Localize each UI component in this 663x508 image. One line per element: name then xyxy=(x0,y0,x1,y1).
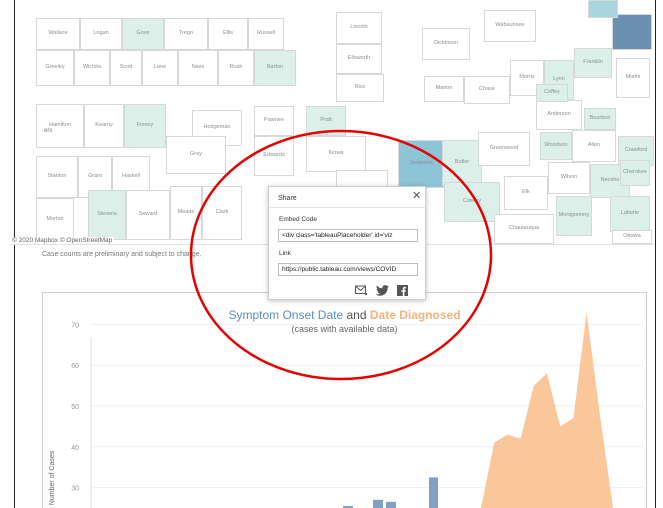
close-icon[interactable]: ✕ xyxy=(412,191,421,202)
county-wilson[interactable]: Wilson xyxy=(548,162,590,194)
y-tick-label: 40 xyxy=(71,445,79,452)
y-tick-label: 30 xyxy=(71,486,79,493)
county-rush[interactable]: Rush xyxy=(218,50,254,86)
county-scott[interactable]: Scott xyxy=(110,50,142,86)
county-franklin[interactable]: Franklin xyxy=(574,48,612,78)
onset-diagnosed-chart: 30 40 50 60 70 Number of Cases Symptom Onset … xyxy=(42,292,647,508)
share-dialog-title: Share xyxy=(278,195,297,202)
county-wallace[interactable]: Wallace xyxy=(36,18,80,50)
county-coffey[interactable]: Coffey xyxy=(536,84,568,102)
county-chase[interactable]: Chase xyxy=(464,76,510,104)
county-labette[interactable]: Labette xyxy=(610,196,650,232)
email-icon[interactable] xyxy=(355,283,368,296)
county-ottawa[interactable]: Ottawa xyxy=(612,230,652,244)
county-edwards[interactable]: Edwards xyxy=(254,136,294,176)
county-trego[interactable]: Trego xyxy=(164,18,208,50)
county-cowley[interactable]: Cowley xyxy=(444,182,500,222)
county-marion[interactable]: Marion xyxy=(424,76,464,102)
county-meade[interactable]: Meade xyxy=(170,186,202,240)
preliminary-note: Case counts are preliminary and subject … xyxy=(42,251,202,258)
y-axis-label: Number of Cases xyxy=(49,450,56,505)
county-pratt[interactable]: Pratt xyxy=(306,106,346,136)
county-seward[interactable]: Seward xyxy=(126,190,170,240)
county-chautauqua[interactable]: Chautauqua xyxy=(494,214,554,244)
county-stanton[interactable]: Stanton xyxy=(36,156,78,198)
county-rice[interactable]: Rice xyxy=(336,74,384,102)
share-dialog-divider xyxy=(269,207,425,208)
chart-title-onset: Symptom Onset Date xyxy=(228,308,344,322)
county-sedgwick[interactable]: Sedgwick xyxy=(398,140,444,188)
county-stevens[interactable]: Stevens xyxy=(88,190,126,240)
twitter-icon[interactable] xyxy=(376,283,389,296)
right-window-edge xyxy=(655,0,663,508)
link-label: Link xyxy=(279,250,291,257)
county-gray[interactable]: Gray xyxy=(166,136,226,174)
chart-subtitle: (cases with available data) xyxy=(291,324,398,334)
county-hamilton[interactable]: Hamilton xyxy=(36,104,84,148)
county-greenwood[interactable]: Greenwood xyxy=(478,132,530,166)
county-wabaunsee[interactable]: Wabaunsee xyxy=(484,10,536,42)
county-dickinson[interactable]: Dickinson xyxy=(422,28,470,60)
facebook-icon[interactable] xyxy=(397,283,410,296)
county-barton[interactable]: Barton xyxy=(254,50,296,86)
left-window-edge xyxy=(0,0,15,508)
county-greeley[interactable]: Greeley xyxy=(36,50,74,86)
map-attribution: © 2020 Mapbox © OpenStreetMap xyxy=(10,237,115,244)
share-icons xyxy=(355,283,410,296)
county-morton[interactable]: Morton xyxy=(36,198,74,242)
county-wichita[interactable]: Wichita xyxy=(74,50,110,86)
county-cherokee[interactable]: Cherokee xyxy=(620,160,650,186)
county-lane[interactable]: Lane xyxy=(142,50,178,86)
chart-title-diagnosed: Date Diagnosed xyxy=(369,308,461,322)
series-bar-symptom-onset xyxy=(373,499,383,508)
county-montgomery[interactable]: Montgomery xyxy=(556,196,592,236)
county-ellsworth[interactable]: Ellsworth xyxy=(336,44,382,74)
county-kearny[interactable]: Kearny xyxy=(84,104,124,148)
chart-title-and: and xyxy=(343,308,370,322)
y-tick-label: 60 xyxy=(71,363,79,370)
county-miami[interactable]: Miami xyxy=(616,58,650,98)
county-gove[interactable]: Gove xyxy=(122,18,164,50)
y-tick-label: 50 xyxy=(71,404,79,411)
map-edge-label: ers xyxy=(44,128,53,134)
county-pawnee[interactable]: Pawnee xyxy=(254,106,294,136)
chart-title: Symptom Onset Date and Date Diagnosed xyxy=(43,308,646,322)
county-logan[interactable]: Logan xyxy=(80,18,122,50)
county-ness[interactable]: Ness xyxy=(178,50,218,86)
link-field[interactable] xyxy=(278,263,418,276)
county-kiowa[interactable]: Kiowa xyxy=(306,136,366,172)
county-elk[interactable]: Elk xyxy=(504,176,548,210)
county-anderson[interactable]: Anderson xyxy=(536,100,582,130)
county-woodson[interactable]: Woodson xyxy=(540,132,572,160)
series-area-date-diagnosed xyxy=(481,312,613,508)
series-bar-symptom-onset xyxy=(386,501,396,508)
county-ellis[interactable]: Ellis xyxy=(208,18,248,50)
embed-code-field[interactable] xyxy=(278,229,418,242)
county-allen[interactable]: Allen xyxy=(572,130,616,162)
county-highlighted[interactable] xyxy=(612,14,652,50)
county-adjacent[interactable] xyxy=(588,0,618,18)
county-finney[interactable]: Finney xyxy=(124,104,166,148)
county-russell[interactable]: Russell xyxy=(248,18,284,50)
county-bourbon[interactable]: Bourbon xyxy=(584,108,616,130)
series-bar-symptom-onset xyxy=(429,477,438,508)
county-butler[interactable]: Butler xyxy=(442,140,482,186)
embed-code-label: Embed Code xyxy=(279,216,317,223)
share-dialog: Share ✕ Embed Code Link xyxy=(268,186,426,300)
county-lincoln[interactable]: Lincoln xyxy=(336,12,382,44)
county-clark[interactable]: Clark xyxy=(202,186,242,240)
